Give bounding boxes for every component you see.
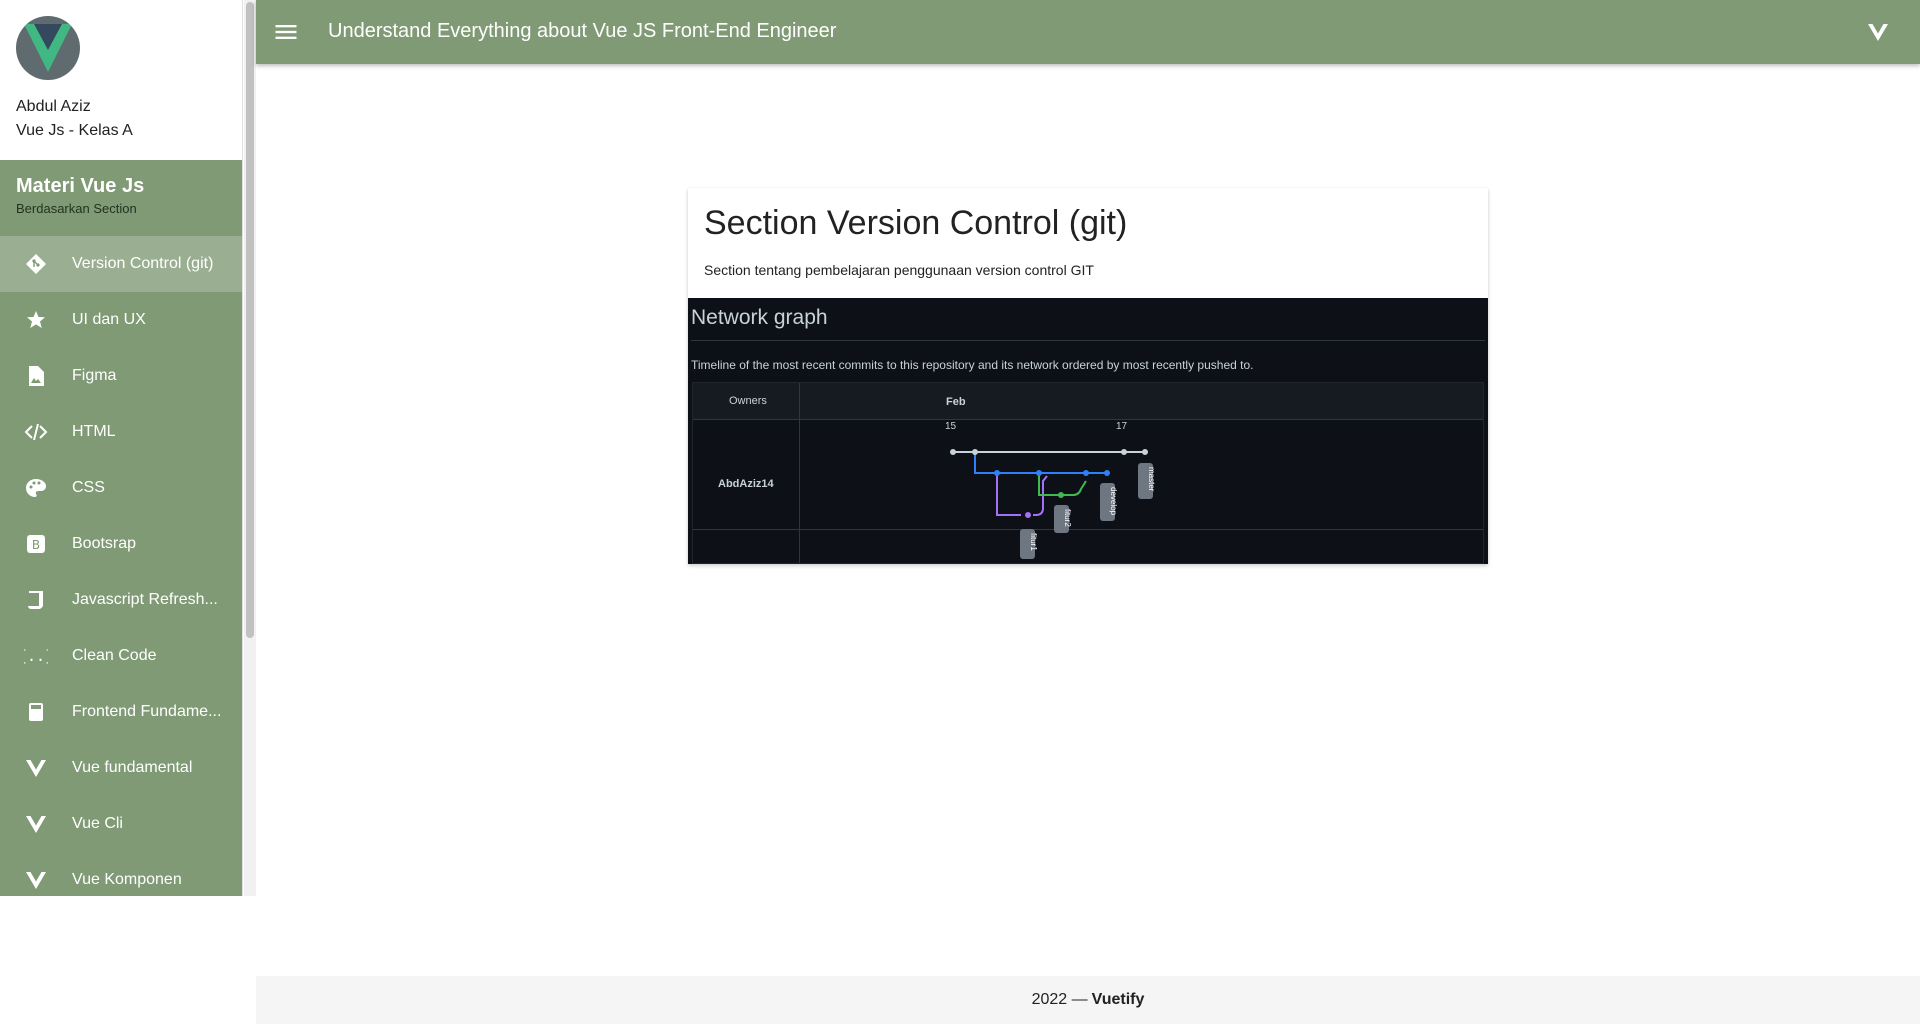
graph-divider	[691, 340, 1485, 341]
develop-branch-line	[974, 452, 1107, 474]
sidebar-item-figma[interactable]: Figma	[0, 348, 242, 404]
sidebar-item-javascript[interactable]: Javascript Refresh...	[0, 572, 242, 628]
menu-title: Materi Vue Js	[16, 175, 145, 197]
sidebar-item-label: UI dan UX	[72, 311, 146, 328]
sidebar-item-label: Version Control (git)	[72, 255, 214, 272]
navigation-drawer: Abdul Aziz Vue Js - Kelas A Materi Vue J…	[0, 0, 243, 896]
bootstrap-icon: B	[0, 532, 72, 556]
branch-tag-label: develop	[1109, 487, 1118, 516]
commit-dot	[1121, 449, 1127, 455]
sidebar-item-label: Javascript Refresh...	[72, 591, 218, 608]
star-badge-icon	[0, 308, 72, 332]
branch-tag-label: fitur2	[1063, 509, 1072, 527]
menu-subtitle: Berdasarkan Section	[16, 201, 137, 216]
sidebar-item-clean-code[interactable]: {..} Clean Code	[0, 628, 242, 684]
vuejs-icon	[0, 812, 72, 836]
vuejs-icon	[0, 756, 72, 780]
sidebar-item-vue-komponen[interactable]: Vue Komponen	[0, 852, 242, 896]
sidebar-item-vue-fundamental[interactable]: Vue fundamental	[0, 740, 242, 796]
svg-text:B: B	[32, 538, 40, 552]
sidebar-item-vue-cli[interactable]: Vue Cli	[0, 796, 242, 852]
vuejs-icon	[0, 868, 72, 892]
code-braces-icon: {..}	[0, 644, 72, 668]
avatar	[16, 16, 80, 80]
sidebar-item-html[interactable]: HTML	[0, 404, 242, 460]
menu-list: Materi Vue Js Berdasarkan Section Versio…	[0, 160, 242, 896]
menu-toggle-button[interactable]	[272, 18, 300, 46]
app-bar: Understand Everything about Vue JS Front…	[256, 0, 1920, 64]
graph-title: Network graph	[691, 306, 828, 329]
palette-icon	[0, 476, 72, 500]
commit-dot	[1142, 449, 1148, 455]
commit-dot	[1025, 512, 1031, 518]
page-title: Understand Everything about Vue JS Front…	[328, 20, 837, 42]
profile-name: Abdul Aziz	[16, 98, 91, 115]
branch-tag-label: master	[1147, 467, 1156, 492]
commit-dot	[994, 470, 1000, 476]
day-tick-label: 17	[1116, 421, 1128, 432]
commit-graph: 15 17 fitur1 fitur2 develop master	[945, 421, 1156, 559]
svg-text:{..}: {..}	[24, 647, 48, 665]
sidebar-item-label: HTML	[72, 423, 116, 440]
code-tags-icon	[0, 420, 72, 444]
sidebar-item-ui-ux[interactable]: UI dan UX	[0, 292, 242, 348]
sidebar-item-label: Figma	[72, 367, 117, 384]
sidebar-item-version-control[interactable]: Version Control (git)	[0, 236, 242, 292]
vuetify-logo-icon	[1866, 20, 1890, 44]
git-icon	[0, 252, 72, 276]
commit-dot	[1083, 470, 1089, 476]
menu-header: Materi Vue Js Berdasarkan Section	[0, 160, 242, 236]
day-tick-label: 15	[945, 421, 957, 432]
branch-tag-label: fitur1	[1029, 533, 1038, 551]
footer-brand: Vuetify	[1091, 991, 1145, 1008]
profile-subtitle: Vue Js - Kelas A	[16, 122, 133, 139]
commit-dot	[950, 449, 956, 455]
commit-dot	[1036, 470, 1042, 476]
footer: 2022 — Vuetify	[256, 976, 1920, 1024]
section-card: Section Version Control (git) Section te…	[688, 188, 1488, 564]
graph-description: Timeline of the most recent commits to t…	[691, 358, 1254, 372]
hamburger-icon	[275, 25, 297, 39]
sidebar-item-label: Vue Komponen	[72, 871, 182, 888]
book-icon	[0, 700, 72, 724]
sidebar-item-label: Bootsrap	[72, 535, 137, 552]
sidebar-item-label: Clean Code	[72, 647, 157, 664]
commit-dot	[1104, 470, 1110, 476]
graph-table: Owners Feb AbdAziz14 15 17 fitur1 fitur2…	[692, 382, 1484, 564]
vuejs-logo-icon	[24, 24, 72, 72]
sidebar-item-frontend[interactable]: Frontend Fundame...	[0, 684, 242, 740]
network-graph-image: Network graph Timeline of the most recen…	[688, 298, 1488, 564]
commit-dot	[972, 449, 978, 455]
sidebar-item-label: Frontend Fundame...	[72, 703, 222, 720]
sidebar-item-css[interactable]: CSS	[0, 460, 242, 516]
card-description: Section tentang pembelajaran penggunaan …	[704, 262, 1094, 278]
sidebar-item-bootstrap[interactable]: B Bootsrap	[0, 516, 242, 572]
profile-section: Abdul Aziz Vue Js - Kelas A	[0, 0, 242, 161]
image-file-icon	[0, 364, 72, 388]
sidebar-item-label: CSS	[72, 479, 105, 496]
footer-year: 2022 —	[1031, 991, 1088, 1008]
sidebar-item-label: Vue fundamental	[72, 759, 193, 776]
commit-dot	[1058, 492, 1064, 498]
card-title: Section Version Control (git)	[704, 204, 1128, 242]
script-icon	[0, 588, 72, 612]
sidebar-item-label: Vue Cli	[72, 815, 123, 832]
sidebar-scrollbar-thumb[interactable]	[246, 2, 254, 638]
